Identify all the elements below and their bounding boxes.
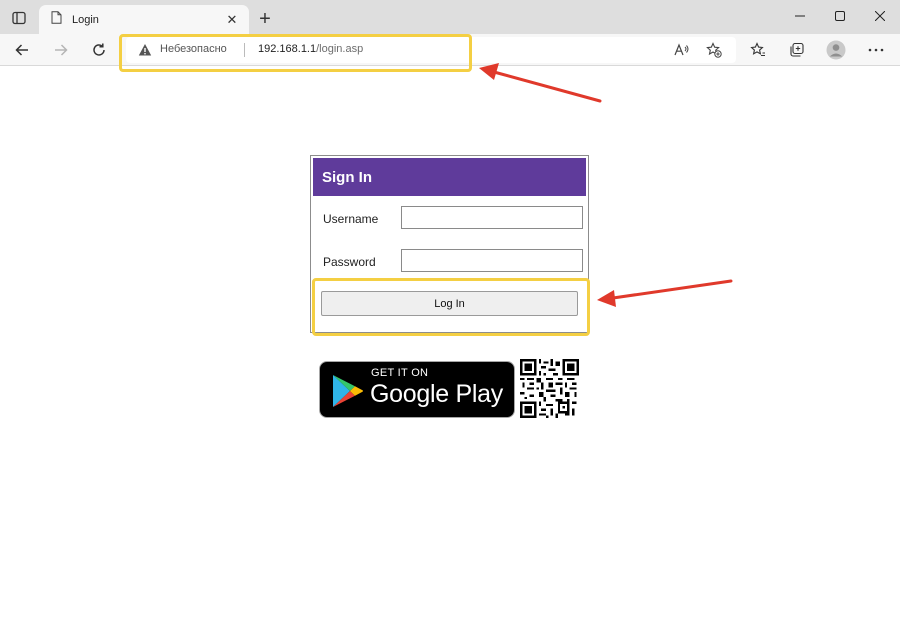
refresh-icon[interactable] xyxy=(87,38,111,62)
favorites-icon[interactable] xyxy=(746,38,770,62)
profile-icon[interactable] xyxy=(824,38,848,62)
password-field[interactable] xyxy=(401,249,583,272)
favorite-add-icon[interactable] xyxy=(702,38,726,62)
page-icon xyxy=(51,10,62,29)
more-icon[interactable] xyxy=(864,38,888,62)
username-field[interactable] xyxy=(401,206,583,229)
back-icon[interactable] xyxy=(10,38,34,62)
qr-code-icon xyxy=(520,359,579,418)
collections-icon[interactable] xyxy=(785,38,809,62)
close-icon[interactable]: ✕ xyxy=(221,9,243,31)
google-play-small-text: GET IT ON xyxy=(371,367,429,379)
google-play-big-text: Google Play xyxy=(370,380,503,408)
read-aloud-icon[interactable] xyxy=(670,38,694,62)
new-tab-button[interactable]: + xyxy=(254,8,276,30)
minimize-icon[interactable] xyxy=(780,5,820,27)
google-play-badge[interactable]: GET IT ON Google Play xyxy=(319,361,515,418)
tab-title: Login xyxy=(72,13,99,26)
tab-actions-icon[interactable] xyxy=(8,7,30,29)
window-close-icon[interactable] xyxy=(860,5,900,27)
arrow-to-login-button xyxy=(597,279,733,307)
maximize-icon[interactable] xyxy=(820,5,860,27)
username-label: Username xyxy=(323,212,379,226)
tab-login[interactable]: Login ✕ xyxy=(39,5,249,34)
tab-strip: Login ✕ + xyxy=(0,0,900,34)
login-title: Sign In xyxy=(313,158,586,196)
forward-icon[interactable] xyxy=(49,38,73,62)
arrow-to-address-bar xyxy=(479,63,602,103)
google-play-icon xyxy=(332,374,364,408)
address-bar-highlight xyxy=(119,34,472,72)
login-button-highlight xyxy=(312,278,590,336)
password-label: Password xyxy=(323,255,376,269)
browser-window: Login ✕ + Небезопасно 192.168.1.1/login.… xyxy=(0,0,900,625)
